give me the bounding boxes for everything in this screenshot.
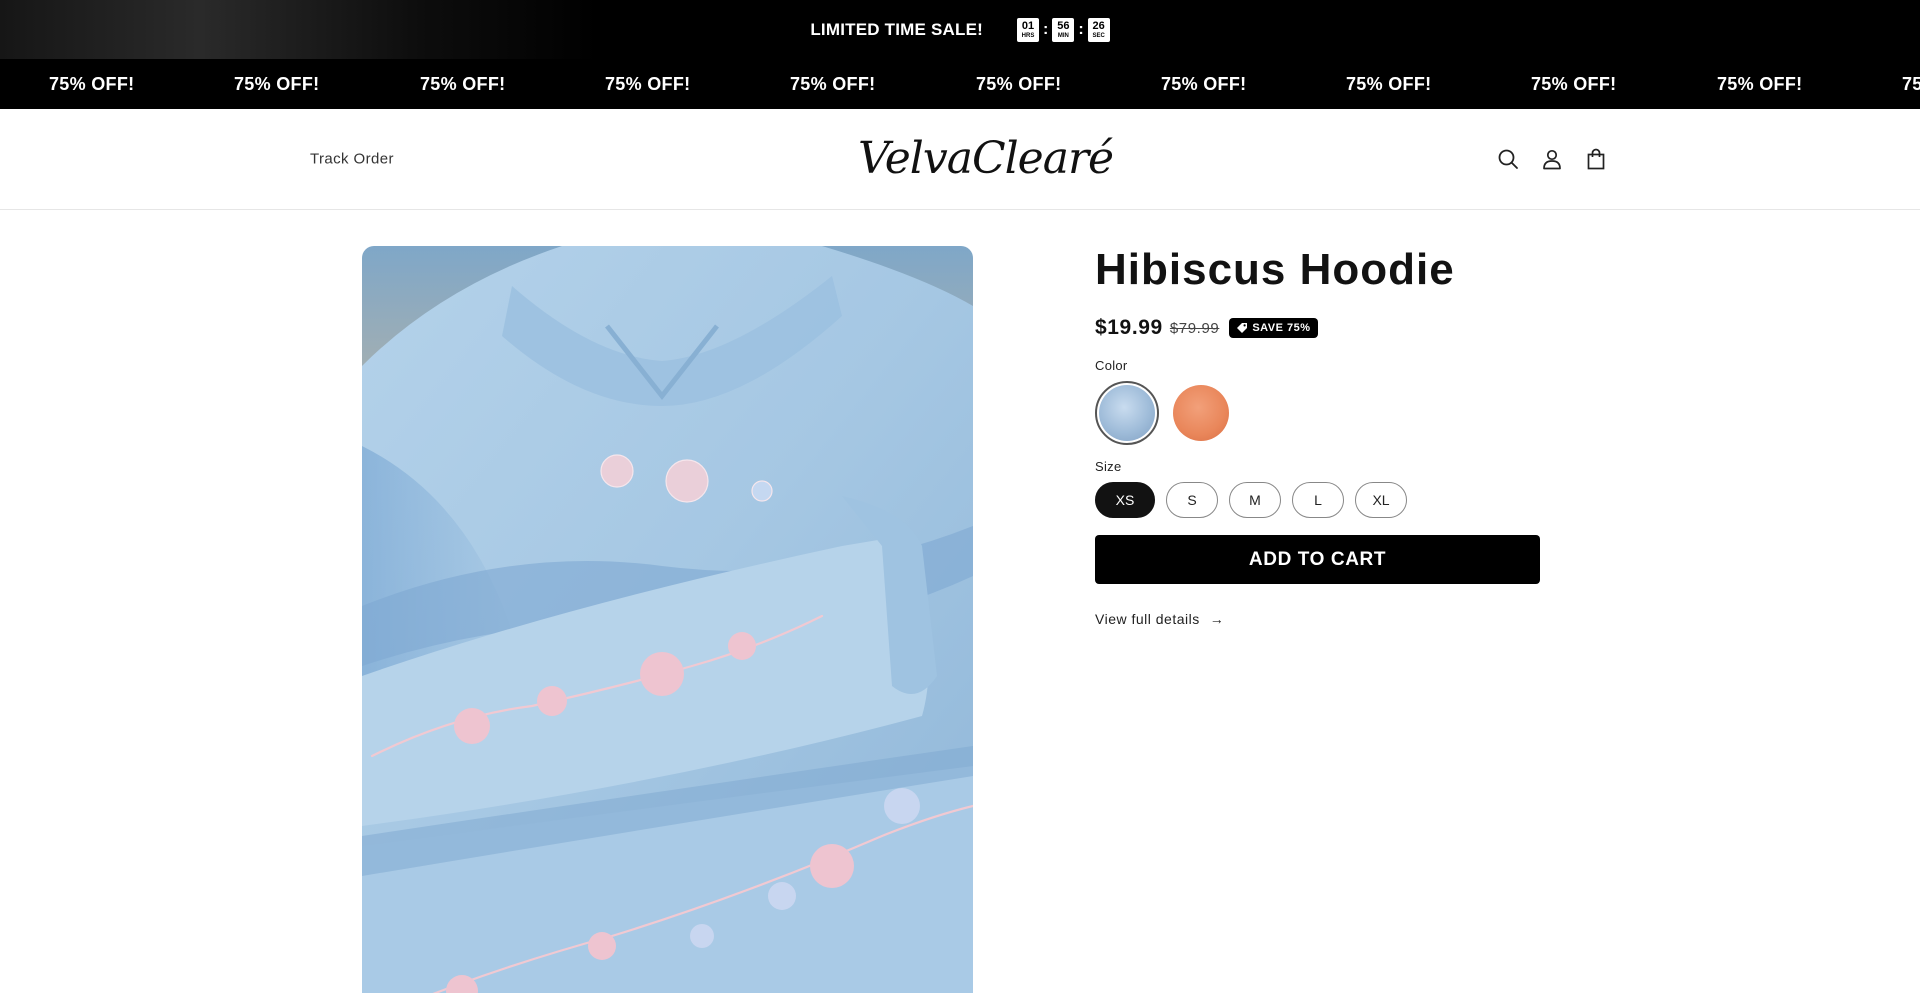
sale-price: $19.99 [1095,316,1163,339]
size-option-s[interactable]: S [1166,482,1218,518]
countdown-separator: : [1043,20,1049,38]
product-info: Hibiscus Hoodie $19.99 $79.99 SAVE 75% C… [1095,246,1545,627]
compare-at-price: $79.99 [1169,319,1220,337]
discount-marquee: 75% OFF! 75% OFF! 75% OFF! 75% OFF! 75% … [0,59,1920,109]
brand-logo[interactable]: VelvaClearé [858,133,1114,185]
save-badge-label: SAVE 75% [1252,322,1311,334]
add-to-cart-button[interactable]: ADD TO CART [1095,535,1540,584]
size-option-xl[interactable]: XL [1355,482,1407,518]
size-options: XS S M L XL [1095,482,1545,518]
size-option-xs[interactable]: XS [1095,482,1155,518]
size-option-m[interactable]: M [1229,482,1281,518]
view-full-details-link[interactable]: View full details → [1095,611,1545,627]
color-label: Color [1095,358,1128,373]
color-swatch-coral[interactable] [1169,381,1233,445]
cart-icon[interactable] [1584,147,1608,171]
product-title: Hibiscus Hoodie [1095,245,1455,294]
hoodie-photo [362,246,973,993]
marquee-item: 75% OFF! [1902,74,1920,94]
marquee-item: 75% OFF! [1717,74,1803,94]
account-icon[interactable] [1540,147,1564,171]
color-swatch-light-blue[interactable] [1095,381,1159,445]
marquee-item: 75% OFF! [1346,74,1432,94]
swatch-image-coral [1173,385,1229,441]
size-option-l[interactable]: L [1292,482,1344,518]
price-row: $19.99 $79.99 SAVE 75% [1095,316,1545,340]
countdown-minutes: 56 MIN [1052,17,1075,42]
marquee-item: 75% OFF! [1161,74,1247,94]
search-icon[interactable] [1496,147,1520,171]
sale-title: LIMITED TIME SALE! [810,19,983,39]
size-label: Size [1095,459,1122,474]
marquee-item: 75% OFF! [234,74,320,94]
marquee-item: 75% OFF! [420,74,506,94]
marquee-item: 75% OFF! [976,74,1062,94]
marquee-item: 75% OFF! [1531,74,1617,94]
countdown-timer: 01 HRS : 56 MIN : 26 SEC [1017,17,1110,42]
countdown-seconds: 26 SEC [1087,17,1110,42]
arrow-right-icon: → [1209,611,1225,627]
view-details-label: View full details [1095,611,1200,627]
tag-icon [1237,323,1248,333]
marquee-item: 75% OFF! [790,74,876,94]
color-swatches [1095,381,1545,445]
sale-announcement-bar: LIMITED TIME SALE! 01 HRS : 56 MIN : 26 … [0,0,1920,59]
swatch-image-light-blue [1099,385,1155,441]
track-order-link[interactable]: Track Order [310,151,394,168]
marquee-item: 75% OFF! [49,74,135,94]
countdown-hours: 01 HRS [1017,17,1039,42]
save-badge: SAVE 75% [1229,318,1318,338]
countdown-separator: : [1078,20,1084,38]
site-header: Track Order VelvaClearé [0,109,1920,210]
marquee-item: 75% OFF! [605,74,691,94]
product-image[interactable] [362,246,973,993]
header-icons [1496,147,1608,171]
